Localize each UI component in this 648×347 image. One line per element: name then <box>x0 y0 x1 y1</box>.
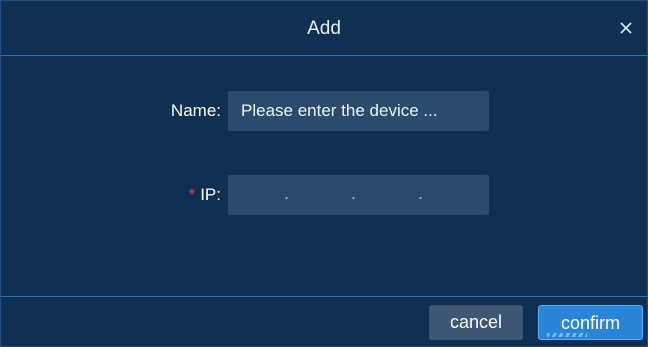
dialog-header: Add <box>1 1 647 56</box>
device-name-input[interactable] <box>228 91 489 131</box>
required-mark: * <box>188 185 196 204</box>
button-stripe-decoration <box>547 333 587 337</box>
ip-segment-2[interactable] <box>295 175 345 215</box>
ip-row: * IP: . . . <box>1 175 647 215</box>
ip-address-input[interactable]: . . . <box>228 175 489 215</box>
ip-label-wrap: * IP: <box>189 175 221 215</box>
add-device-dialog: Add Name: *IP: . . . cancel confir <box>0 0 648 347</box>
ip-separator: . <box>351 186 356 203</box>
ip-segment-4[interactable] <box>429 175 479 215</box>
ip-segment-3[interactable] <box>362 175 412 215</box>
close-button[interactable] <box>613 15 639 41</box>
cancel-button[interactable]: cancel <box>429 305 523 340</box>
name-row: Name: <box>1 91 647 131</box>
ip-separator: . <box>284 186 289 203</box>
ip-label: IP: <box>200 185 221 204</box>
dialog-footer: cancel confirm <box>1 296 647 346</box>
ip-segment-1[interactable] <box>228 175 278 215</box>
close-icon <box>620 22 632 34</box>
ip-separator: . <box>418 186 423 203</box>
dialog-title: Add <box>307 18 341 39</box>
name-label: Name: <box>170 101 221 120</box>
confirm-label: confirm <box>560 313 620 333</box>
confirm-button[interactable]: confirm <box>538 305 643 340</box>
